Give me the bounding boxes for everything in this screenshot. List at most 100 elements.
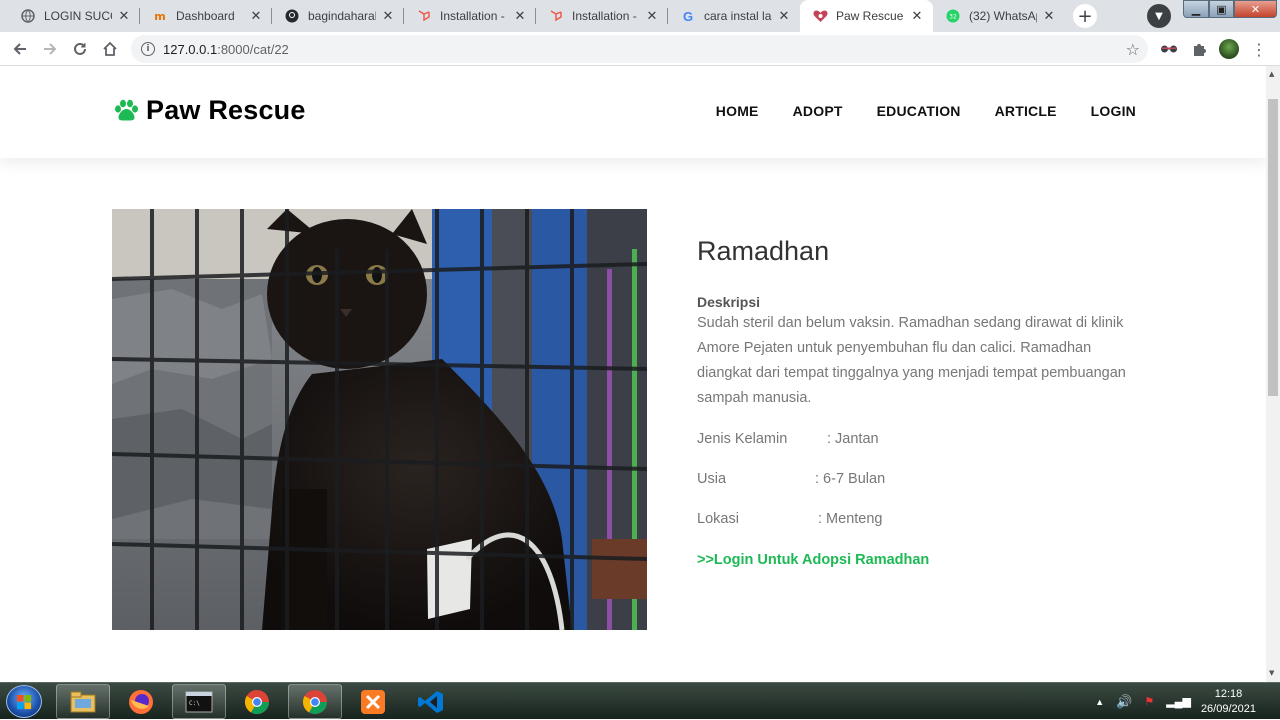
browser-toolbar: i 127.0.0.1:8000/cat/22 ☆ ⋮ bbox=[0, 32, 1280, 66]
profile-avatar[interactable] bbox=[1219, 39, 1239, 59]
bookmark-star-icon[interactable]: ☆ bbox=[1126, 40, 1140, 59]
paw-icon bbox=[112, 97, 140, 125]
scroll-up-arrow-icon[interactable]: ▲ bbox=[1269, 70, 1274, 78]
close-icon[interactable]: ✕ bbox=[116, 9, 132, 24]
attr-age: Usia : 6-7 Bulan bbox=[697, 471, 1137, 491]
pet-name: Ramadhan bbox=[697, 236, 830, 266]
cmd-icon[interactable]: C:\ bbox=[172, 684, 226, 719]
nav-education[interactable]: EDUCATION bbox=[877, 103, 961, 119]
tab-dashboard[interactable]: m Dashboard ✕ bbox=[140, 0, 272, 32]
windows-logo-icon bbox=[17, 695, 32, 710]
attr-label: Lokasi bbox=[697, 511, 739, 527]
back-button[interactable] bbox=[8, 37, 32, 61]
whatsapp-badge: 32 bbox=[949, 14, 957, 21]
tab-github[interactable]: bagindaharahap ✕ bbox=[272, 0, 404, 32]
whatsapp-icon: 32 bbox=[945, 8, 961, 24]
tab-google[interactable]: G cara instal laravel ✕ bbox=[668, 0, 800, 32]
tab-label: Installation - Laravel bbox=[572, 9, 640, 23]
paw-heart-icon bbox=[812, 8, 828, 24]
explorer-icon[interactable] bbox=[56, 684, 110, 719]
tab-laravel-2[interactable]: Installation - Laravel ✕ bbox=[536, 0, 668, 32]
scrollbar-thumb[interactable] bbox=[1268, 99, 1278, 396]
tab-label: bagindaharahap bbox=[308, 9, 376, 23]
brand-logo[interactable]: Paw Rescue bbox=[112, 95, 306, 126]
chrome-icon[interactable] bbox=[288, 684, 342, 719]
tab-label: cara instal laravel bbox=[704, 9, 772, 23]
close-icon[interactable]: ✕ bbox=[776, 9, 792, 24]
close-icon[interactable]: ✕ bbox=[380, 9, 396, 24]
tab-label: Dashboard bbox=[176, 9, 235, 23]
window-close-button[interactable]: ✕ bbox=[1234, 0, 1277, 18]
system-tray: ▲ 🔊 ⚑ ▂▄▆ 12:18 26/09/2021 bbox=[1095, 683, 1280, 720]
laravel-icon bbox=[416, 8, 432, 24]
os-taskbar: C:\ ▲ 🔊 ⚑ ▂▄▆ 12:18 26/09/2021 bbox=[0, 682, 1280, 719]
volume-icon[interactable]: 🔊 bbox=[1116, 694, 1132, 710]
incognito-extension-icon[interactable] bbox=[1159, 39, 1179, 59]
site-header: Paw Rescue HOME ADOPT EDUCATION ARTICLE … bbox=[0, 66, 1266, 158]
tab-label: Paw Rescue bbox=[836, 9, 904, 23]
close-icon[interactable]: ✕ bbox=[644, 9, 660, 24]
nav-login[interactable]: LOGIN bbox=[1091, 103, 1136, 119]
scroll-down-arrow-icon[interactable]: ▼ bbox=[1269, 669, 1274, 677]
pet-info: Ramadhan Deskripsi Sudah steril dan belu… bbox=[697, 236, 1137, 568]
extensions-icon[interactable] bbox=[1189, 39, 1209, 59]
menu-kebab-icon[interactable]: ⋮ bbox=[1249, 39, 1269, 59]
main-nav: HOME ADOPT EDUCATION ARTICLE LOGIN bbox=[682, 103, 1136, 119]
vscode-icon[interactable] bbox=[404, 684, 458, 719]
tab-strip: LOGIN SUCCESS ✕ m Dashboard ✕ bagindahar… bbox=[0, 0, 1280, 32]
minimize-button[interactable]: ▁ bbox=[1183, 0, 1209, 18]
attr-location: Lokasi : Menteng bbox=[697, 511, 1137, 531]
close-icon[interactable]: ✕ bbox=[1041, 9, 1057, 24]
info-icon[interactable]: i bbox=[141, 42, 155, 56]
description-label: Deskripsi bbox=[697, 294, 761, 310]
tab-login-success[interactable]: LOGIN SUCCESS ✕ bbox=[8, 0, 140, 32]
new-tab-button[interactable]: + bbox=[1073, 4, 1097, 28]
maximize-button[interactable]: ▣ bbox=[1209, 0, 1234, 18]
xampp-icon[interactable] bbox=[346, 684, 400, 719]
pet-photo bbox=[112, 209, 647, 630]
attr-label: Jenis Kelamin bbox=[697, 431, 788, 447]
tab-whatsapp[interactable]: 32 (32) WhatsApp ✕ bbox=[933, 0, 1065, 32]
reload-button[interactable] bbox=[68, 37, 92, 61]
address-bar[interactable]: i 127.0.0.1:8000/cat/22 ☆ bbox=[131, 35, 1148, 63]
attr-value: : 6-7 Bulan bbox=[815, 471, 886, 487]
pet-description: Sudah steril dan belum vaksin. Ramadhan … bbox=[697, 315, 1126, 406]
tab-label: LOGIN SUCCESS bbox=[44, 9, 112, 23]
chrome-icon[interactable] bbox=[230, 684, 284, 719]
brand-name: Paw Rescue bbox=[146, 95, 306, 125]
close-icon[interactable]: ✕ bbox=[512, 9, 528, 24]
clock-time: 12:18 bbox=[1214, 687, 1243, 700]
tab-paw-rescue[interactable]: Paw Rescue ✕ bbox=[800, 0, 933, 32]
clock-date: 26/09/2021 bbox=[1200, 702, 1256, 715]
svg-text:C:\: C:\ bbox=[189, 700, 200, 707]
network-signal-icon[interactable]: ▂▄▆ bbox=[1166, 695, 1191, 708]
nav-adopt[interactable]: ADOPT bbox=[793, 103, 843, 119]
home-button[interactable] bbox=[98, 37, 122, 61]
forward-button[interactable] bbox=[38, 37, 62, 61]
show-hidden-icons-icon[interactable]: ▲ bbox=[1095, 697, 1104, 707]
attr-label: Usia bbox=[697, 471, 727, 487]
close-icon[interactable]: ✕ bbox=[248, 9, 264, 24]
github-icon bbox=[284, 8, 300, 24]
page-viewport: Paw Rescue HOME ADOPT EDUCATION ARTICLE … bbox=[0, 66, 1266, 682]
dashboard-icon: m bbox=[154, 9, 166, 23]
login-to-adopt-link[interactable]: >>Login Untuk Adopsi Ramadhan bbox=[697, 552, 1137, 568]
laravel-icon bbox=[548, 8, 564, 24]
attr-value: : Menteng bbox=[818, 511, 883, 527]
url-text: 127.0.0.1:8000/cat/22 bbox=[163, 41, 289, 57]
globe-icon bbox=[20, 8, 36, 24]
action-center-icon[interactable]: ⚑ bbox=[1144, 695, 1154, 708]
tab-label: Installation - Laravel bbox=[440, 9, 508, 23]
attr-value: : Jantan bbox=[827, 431, 879, 447]
attr-gender: Jenis Kelamin : Jantan bbox=[697, 431, 1137, 451]
firefox-icon[interactable] bbox=[114, 684, 168, 719]
tab-search-button[interactable]: ▼ bbox=[1147, 4, 1171, 28]
clock[interactable]: 12:18 26/09/2021 bbox=[1201, 687, 1256, 717]
tab-label: (32) WhatsApp bbox=[969, 9, 1037, 23]
nav-home[interactable]: HOME bbox=[716, 103, 759, 119]
tab-laravel-1[interactable]: Installation - Laravel ✕ bbox=[404, 0, 536, 32]
close-icon[interactable]: ✕ bbox=[909, 9, 925, 24]
page-scrollbar[interactable]: ▲ ▼ bbox=[1266, 66, 1280, 682]
nav-article[interactable]: ARTICLE bbox=[995, 103, 1057, 119]
start-button[interactable] bbox=[6, 685, 42, 718]
